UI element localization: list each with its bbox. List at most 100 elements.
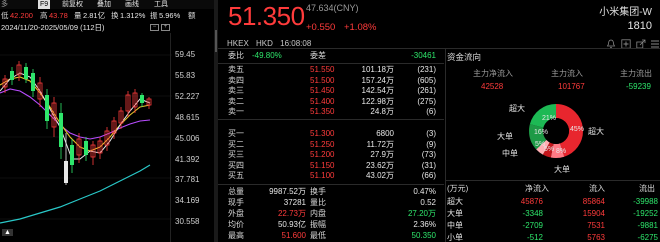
- flow-table-head: 流出: [639, 184, 655, 193]
- ask-row[interactable]: 卖二 51.400 122.98万 (275): [218, 97, 444, 108]
- ask-price: 51.350: [310, 107, 335, 116]
- stock-name: 小米集团-W: [599, 7, 652, 18]
- bid-price: 51.150: [310, 160, 335, 170]
- flow-row-name: 大单: [447, 209, 463, 218]
- legend-big-bottom: 大单: [554, 165, 570, 174]
- toolbar-overlay[interactable]: 叠加: [97, 0, 111, 9]
- stat-value: 50.350: [411, 231, 436, 240]
- ask-count: (275): [417, 96, 436, 106]
- pct-mid-in: 21%: [542, 115, 557, 122]
- bid-volume: 23.62万: [365, 160, 394, 170]
- flow-row-out: -19252: [633, 209, 658, 218]
- amt-label: 额: [188, 11, 196, 20]
- chart-toolbar: 多 F9 前复权 叠加 画线 工具: [0, 0, 215, 9]
- ask-volume: 157.24万: [361, 75, 394, 85]
- toolbar-more[interactable]: 多: [1, 0, 8, 9]
- stat-row: 最高 51.600 最低 50.350: [218, 231, 444, 242]
- stat-label: 内盘: [310, 209, 326, 218]
- flow-title: 资金流向: [447, 52, 482, 62]
- ask-row[interactable]: 卖一 51.350 24.8万 (6): [218, 107, 444, 118]
- bid-label: 买二: [228, 139, 244, 149]
- flow-table-head: 净流入: [525, 184, 549, 193]
- pct-big-out: 16%: [534, 129, 549, 136]
- bid-volume: 11.72万: [366, 139, 394, 149]
- bid-count: (3): [426, 129, 436, 138]
- amp-value: 5.96%: [159, 11, 181, 20]
- flow-row-out: -6275: [637, 233, 658, 242]
- toolbar-adjust[interactable]: 前复权: [62, 0, 83, 9]
- bid-price: 51.100: [310, 171, 335, 180]
- last-price: 51.350: [228, 1, 305, 31]
- bid-row[interactable]: 买二 51.250 11.72万 (9): [218, 140, 444, 151]
- bid-count: (66): [421, 171, 436, 180]
- y-axis-label: 45.006: [175, 134, 200, 143]
- bid-row[interactable]: 买三 51.200 27.9万 (73): [218, 150, 444, 161]
- bid-price: 51.250: [310, 139, 335, 149]
- flow-row-net: -2709: [522, 221, 543, 230]
- bid-label: 买四: [228, 160, 244, 170]
- ask-label: 卖二: [228, 96, 244, 106]
- divider-handle[interactable]: [215, 30, 217, 52]
- y-axis-label: 55.83: [175, 71, 196, 80]
- zoom-in-icon[interactable]: +: [161, 24, 170, 31]
- book-divider: [218, 184, 444, 185]
- flow-table-row: 大单 -3348 15904 -19252: [445, 209, 660, 220]
- ask-count: (231): [417, 65, 436, 74]
- ask-price: 51.400: [310, 96, 335, 106]
- collapse-icon[interactable]: ▲: [2, 229, 13, 236]
- stat-label: 总量: [228, 187, 244, 196]
- main-net-inflow: 42528: [481, 82, 504, 91]
- stat-value: 51.600: [281, 231, 306, 240]
- stat-row: 均价 50.93亿 振幅 2.36%: [218, 220, 444, 231]
- ask-price: 51.500: [310, 75, 335, 85]
- flow-row-in: 5763: [587, 233, 605, 242]
- ask-row[interactable]: 卖四 51.500 157.24万 (605): [218, 76, 444, 87]
- ma-cyan-line: [0, 164, 151, 224]
- flow-row-out: -39988: [633, 197, 658, 206]
- ask-volume: 101.18万: [361, 65, 394, 74]
- order-book: 委比 -49.80% 委差 -30461 卖五 51.550 101.18万 (…: [218, 49, 445, 242]
- change-value: +0.550: [306, 22, 336, 33]
- flow-table-row: 中单 -2709 7531 -9881: [445, 221, 660, 232]
- zoom-out-icon[interactable]: −: [150, 24, 159, 31]
- stat-row: 现手 37281 量比 0.52: [218, 198, 444, 209]
- ask-label: 卖五: [228, 65, 244, 74]
- toolbar-tools[interactable]: 工具: [154, 0, 168, 9]
- ask-volume: 122.98万: [361, 96, 394, 106]
- ask-count: (6): [426, 107, 436, 116]
- low-label: 低: [1, 11, 9, 20]
- stat-row: 外盘 22.73万 内盘 27.20万: [218, 209, 444, 220]
- ask-price: 51.450: [310, 86, 335, 95]
- flow-divider: [445, 180, 660, 181]
- stat-label: 均价: [228, 220, 244, 229]
- toolbar-f9[interactable]: F9: [38, 0, 51, 9]
- flow-row-name: 超大: [447, 197, 463, 206]
- bid-label: 买三: [228, 150, 244, 159]
- bid-row[interactable]: 买五 51.100 43.02万 (66): [218, 171, 444, 182]
- flow-table-head: 流入: [589, 184, 605, 193]
- ask-row[interactable]: 卖五 51.550 101.18万 (231): [218, 65, 444, 76]
- ratio-value: -49.80%: [252, 51, 282, 60]
- stat-value: 0.52: [420, 198, 436, 207]
- bid-row[interactable]: 买四 51.150 23.62万 (31): [218, 161, 444, 172]
- prev-close: 47.634(CNY): [306, 3, 359, 13]
- diff-value: -30461: [411, 51, 436, 60]
- low-value: 42.200: [10, 11, 33, 20]
- toolbar-draw[interactable]: 画线: [125, 0, 139, 9]
- legend-super-right: 超大: [588, 127, 604, 136]
- stat-value: 9987.52万: [269, 187, 306, 196]
- capital-flow-panel: 资金流向 主力净流入 主力流入 主力流出 42528 101767 -59239…: [445, 49, 660, 242]
- kline-stats: 低 42.200 高 43.78 量 2.81亿 换 1.312% 振 5.96…: [0, 10, 215, 21]
- ask-row[interactable]: 卖三 51.450 142.54万 (261): [218, 86, 444, 97]
- stat-value: 0.47%: [413, 187, 436, 196]
- y-axis-label: 48.615: [175, 113, 200, 122]
- kline-chart[interactable]: [0, 33, 172, 242]
- stat-label: 换手: [310, 187, 326, 196]
- quote-time: 16:08:08: [280, 39, 312, 48]
- vol-label: 量: [74, 11, 82, 20]
- flow-head: 主力流出: [620, 69, 652, 78]
- bid-row[interactable]: 买一 51.300 6800 (3): [218, 129, 444, 140]
- legend-big: 大单: [497, 132, 513, 141]
- bid-price: 51.200: [310, 150, 335, 159]
- ask-count: (261): [417, 86, 436, 95]
